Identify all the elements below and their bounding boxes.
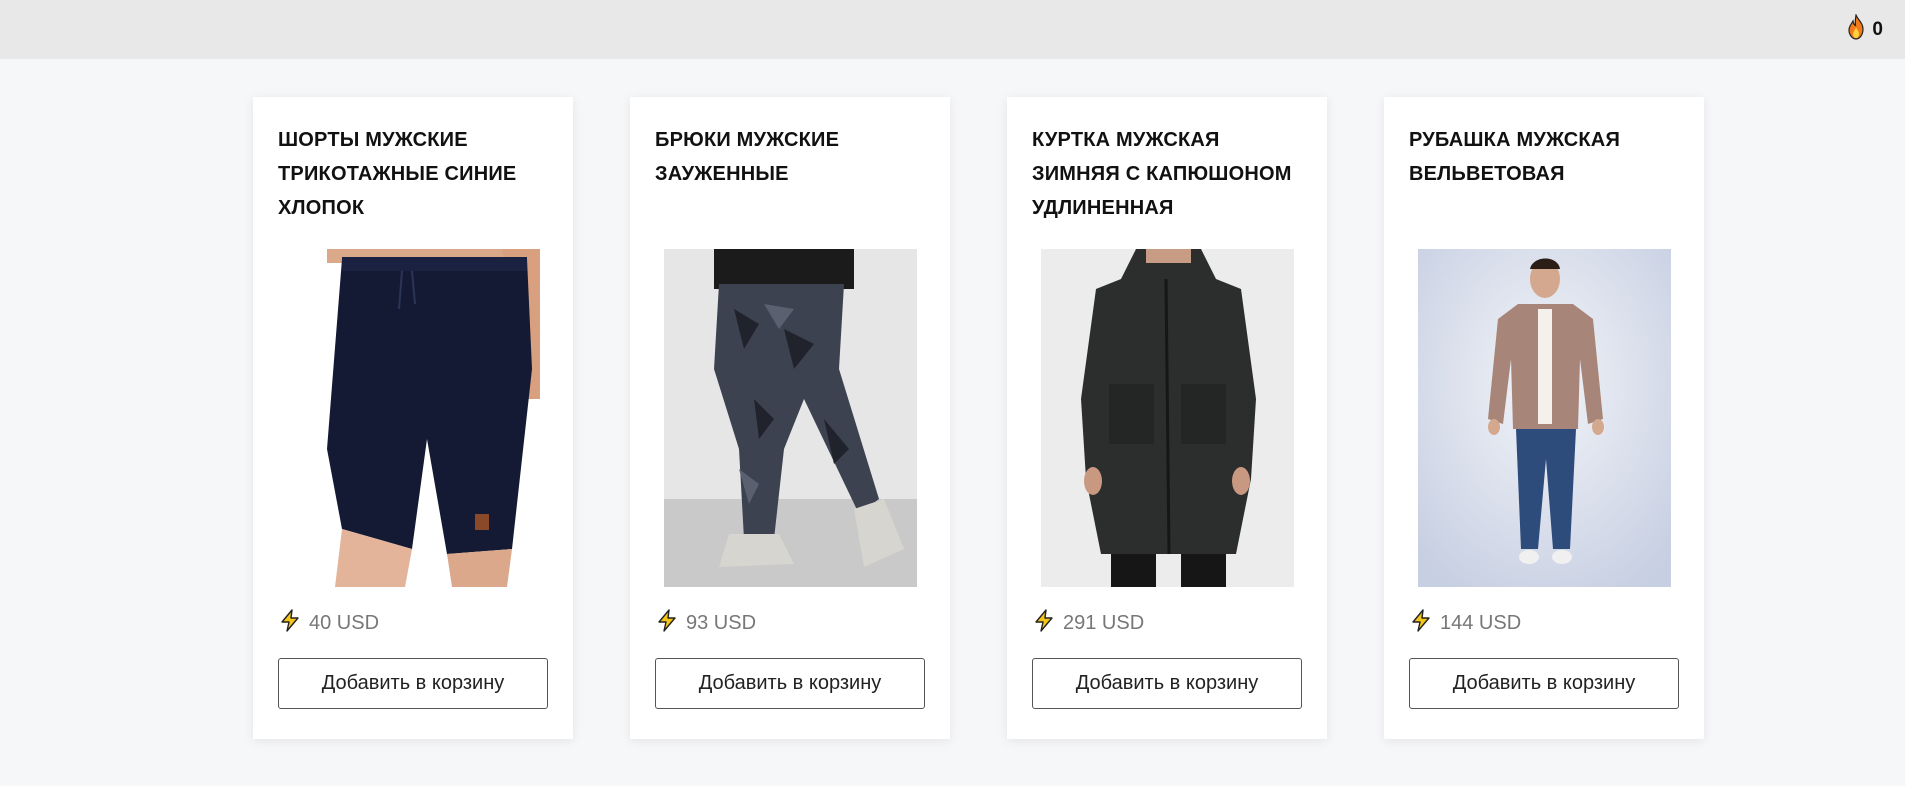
- lightning-icon: [1032, 608, 1057, 639]
- product-title: БРЮКИ МУЖСКИЕ ЗАУЖЕННЫЕ: [655, 129, 840, 185]
- lightning-icon: [655, 608, 680, 639]
- product-card: ШОРТЫ МУЖСКИЕ ТРИКОТАЖНЫЕ СИНИЕ ХЛОПОК 4…: [253, 97, 573, 739]
- add-to-cart-button[interactable]: Добавить в корзину: [1409, 658, 1679, 709]
- product-title: КУРТКА МУЖСКАЯ ЗИМНЯЯ С КАПЮШОНОМ УДЛИНЕ…: [1032, 129, 1292, 219]
- product-price: 93 USD: [686, 612, 757, 634]
- lightning-icon: [1409, 608, 1434, 639]
- flame-icon: [1846, 12, 1866, 46]
- add-to-cart-button[interactable]: Добавить в корзину: [278, 658, 548, 709]
- product-title: РУБАШКА МУЖСКАЯ ВЕЛЬВЕТОВАЯ: [1409, 129, 1621, 185]
- cart-counter[interactable]: 0: [1846, 12, 1883, 46]
- product-image[interactable]: [1418, 249, 1671, 587]
- product-price: 144 USD: [1440, 612, 1522, 634]
- product-grid: ШОРТЫ МУЖСКИЕ ТРИКОТАЖНЫЕ СИНИЕ ХЛОПОК 4…: [253, 97, 1704, 739]
- product-image[interactable]: [1041, 249, 1294, 587]
- cart-count: 0: [1872, 19, 1883, 40]
- product-price: 40 USD: [309, 612, 380, 634]
- product-image[interactable]: [664, 249, 917, 587]
- add-to-cart-button[interactable]: Добавить в корзину: [1032, 658, 1302, 709]
- price-row: 291 USD: [1032, 608, 1144, 639]
- product-card: БРЮКИ МУЖСКИЕ ЗАУЖЕННЫЕ 93 USD Добавить …: [630, 97, 950, 739]
- top-bar: 0: [0, 0, 1905, 59]
- product-title: ШОРТЫ МУЖСКИЕ ТРИКОТАЖНЫЕ СИНИЕ ХЛОПОК: [278, 129, 517, 219]
- add-to-cart-button[interactable]: Добавить в корзину: [655, 658, 925, 709]
- price-row: 144 USD: [1409, 608, 1521, 639]
- product-card: РУБАШКА МУЖСКАЯ ВЕЛЬВЕТОВАЯ 144 USD Доба…: [1384, 97, 1704, 739]
- lightning-icon: [278, 608, 303, 639]
- product-card: КУРТКА МУЖСКАЯ ЗИМНЯЯ С КАПЮШОНОМ УДЛИНЕ…: [1007, 97, 1327, 739]
- product-price: 291 USD: [1063, 612, 1145, 634]
- product-image[interactable]: [287, 249, 540, 587]
- price-row: 93 USD: [655, 608, 756, 639]
- price-row: 40 USD: [278, 608, 379, 639]
